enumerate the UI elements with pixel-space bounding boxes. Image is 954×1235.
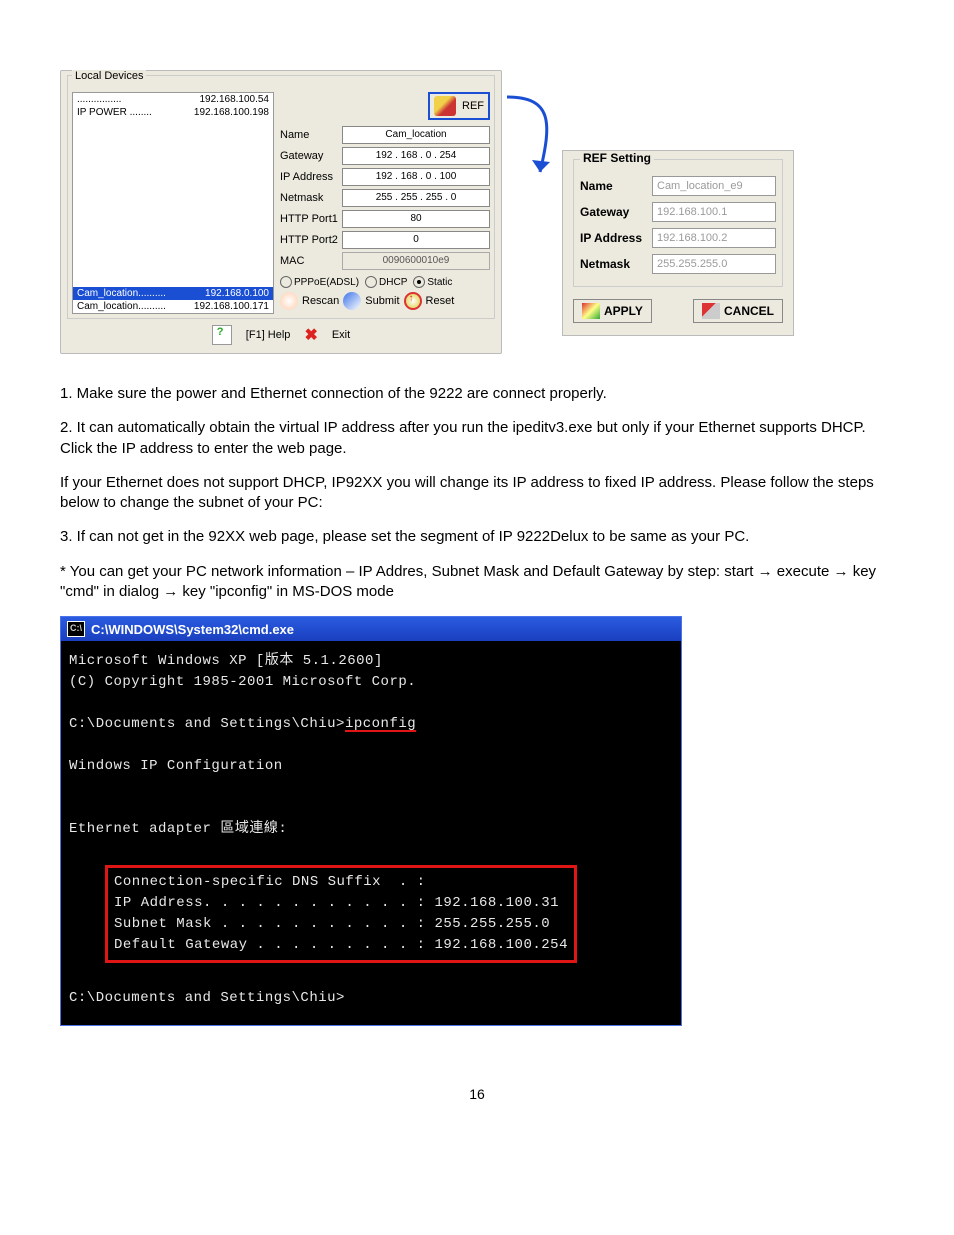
instructions-block: 1. Make sure the power and Ethernet conn… (60, 384, 894, 602)
name-input[interactable]: Cam_location (342, 126, 490, 144)
ref-netmask-input[interactable]: 255.255.255.0 (652, 254, 776, 274)
device-ip: 192.168.100.198 (194, 107, 269, 118)
rescan-icon (280, 292, 298, 310)
cancel-icon (702, 303, 720, 319)
device-ip: 192.168.0.100 (205, 288, 269, 299)
device-row[interactable]: IP POWER ........ 192.168.100.198 (73, 106, 273, 119)
httpport1-label: HTTP Port1 (280, 213, 342, 225)
httpport2-label: HTTP Port2 (280, 234, 342, 246)
apply-icon (582, 303, 600, 319)
cmd-prompt: C:\Documents and Settings\Chiu> (69, 716, 345, 732)
cmd-highlight-box: Connection-specific DNS Suffix . : IP Ad… (105, 865, 577, 963)
radio-static[interactable]: Static (413, 276, 452, 288)
page-number: 16 (60, 1086, 894, 1102)
local-devices-title: Local Devices (72, 70, 146, 82)
cmd-title-text: C:\WINDOWS\System32\cmd.exe (91, 622, 294, 637)
netmask-label: Netmask (280, 192, 342, 204)
device-name: Cam_location.......... (77, 301, 166, 312)
ref-name-label: Name (580, 179, 652, 193)
rescan-button[interactable]: Rescan (302, 295, 339, 307)
cmd-body: Microsoft Windows XP [版本 5.1.2600] (C) C… (61, 641, 681, 1025)
gateway-label: Gateway (280, 150, 342, 162)
device-name: ................ (77, 94, 121, 105)
cmd-heading: Windows IP Configuration (69, 758, 283, 774)
device-name: Cam_location.......... (77, 288, 166, 299)
cancel-button[interactable]: CANCEL (693, 299, 783, 323)
exit-icon[interactable]: ✖ (304, 325, 317, 345)
ref-ip-label: IP Address (580, 231, 652, 245)
ipaddress-label: IP Address (280, 171, 342, 183)
ref-setting-panel: REF Setting Name Cam_location_e9 Gateway… (562, 150, 794, 336)
cmd-prompt: C:\Documents and Settings\Chiu> (69, 990, 345, 1006)
device-row[interactable]: ................ 192.168.100.54 (73, 93, 273, 106)
device-row[interactable]: Cam_location.......... 192.168.100.171 (73, 300, 273, 313)
ref-gateway-input[interactable]: 192.168.100.1 (652, 202, 776, 222)
mac-value: 0090600010e9 (342, 252, 490, 270)
radio-pppoe[interactable]: PPPoE(ADSL) (280, 276, 359, 288)
submit-icon (343, 292, 361, 310)
instruction-3: 3. If can not get in the 92XX web page, … (60, 527, 894, 547)
instruction-1: 1. Make sure the power and Ethernet conn… (60, 384, 894, 404)
apply-button[interactable]: APPLY (573, 299, 652, 323)
ref-netmask-label: Netmask (580, 257, 652, 271)
device-ip: 192.168.100.171 (194, 301, 269, 312)
device-row-selected[interactable]: Cam_location.......... 192.168.0.100 (73, 287, 273, 300)
cmd-ipconfig: ipconfig (345, 716, 416, 732)
instruction-star: * You can get your PC network informatio… (60, 562, 894, 603)
cmd-line: Microsoft Windows XP [版本 5.1.2600] (69, 653, 383, 669)
exit-label[interactable]: Exit (332, 329, 350, 341)
httpport1-input[interactable]: 80 (342, 210, 490, 228)
cmd-window: C:\ C:\WINDOWS\System32\cmd.exe Microsof… (60, 616, 682, 1026)
ipedit-figure: Local Devices ................ 192.168.1… (60, 70, 894, 354)
ref-ip-input[interactable]: 192.168.100.2 (652, 228, 776, 248)
ref-setting-title: REF Setting (580, 151, 654, 165)
arrow-icon (502, 92, 562, 202)
mac-label: MAC (280, 255, 342, 267)
cmd-titlebar: C:\ C:\WINDOWS\System32\cmd.exe (61, 617, 681, 641)
submit-button[interactable]: Submit (365, 295, 399, 307)
device-name: IP POWER ........ (77, 107, 152, 118)
ref-button[interactable]: REF (428, 92, 490, 120)
netmask-input[interactable]: 255 . 255 . 255 . 0 (342, 189, 490, 207)
help-label[interactable]: [F1] Help (246, 329, 291, 341)
connection-type-radios: PPPoE(ADSL) DHCP Static (280, 276, 490, 288)
ref-name-input[interactable]: Cam_location_e9 (652, 176, 776, 196)
ref-gateway-label: Gateway (580, 205, 652, 219)
cmd-adapter: Ethernet adapter 區域連線: (69, 821, 287, 837)
instruction-dhcp-note: If your Ethernet does not support DHCP, … (60, 473, 894, 514)
local-devices-panel: Local Devices ................ 192.168.1… (60, 70, 502, 354)
httpport2-input[interactable]: 0 (342, 231, 490, 249)
device-ip: 192.168.100.54 (199, 94, 269, 105)
radio-dhcp[interactable]: DHCP (365, 276, 407, 288)
ref-icon (434, 96, 456, 116)
help-icon[interactable] (212, 325, 232, 345)
cmd-line: (C) Copyright 1985-2001 Microsoft Corp. (69, 674, 416, 690)
reset-icon (404, 292, 422, 310)
device-list[interactable]: ................ 192.168.100.54 IP POWER… (72, 92, 274, 314)
name-label: Name (280, 129, 342, 141)
ipaddress-input[interactable]: 192 . 168 . 0 . 100 (342, 168, 490, 186)
ref-label: REF (462, 100, 484, 112)
cmd-icon: C:\ (67, 621, 85, 637)
reset-button[interactable]: Reset (426, 295, 455, 307)
instruction-2: 2. It can automatically obtain the virtu… (60, 418, 894, 459)
gateway-input[interactable]: 192 . 168 . 0 . 254 (342, 147, 490, 165)
